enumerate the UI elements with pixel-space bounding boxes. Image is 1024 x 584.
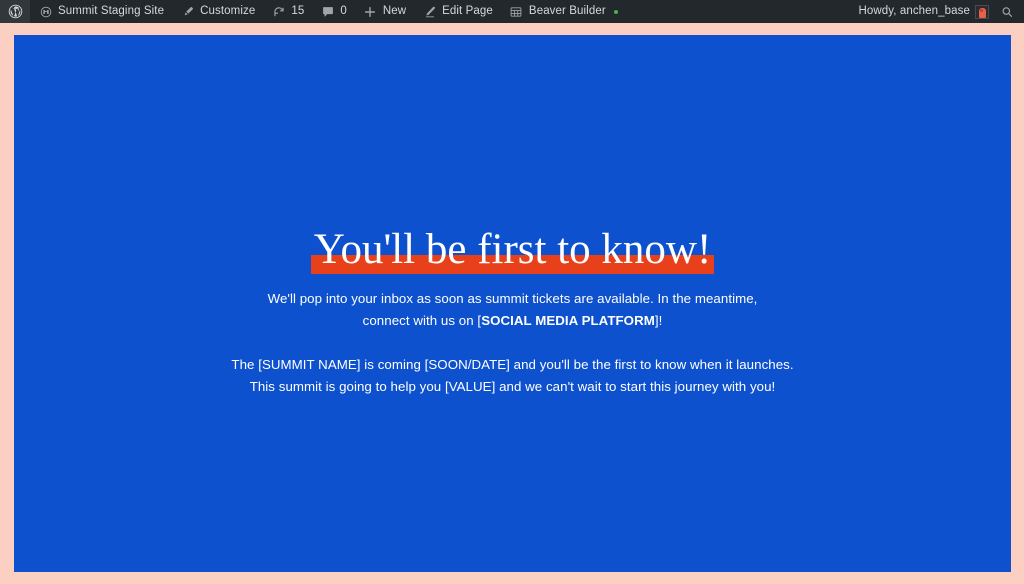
admin-bar-site-name-label: Summit Staging Site — [58, 4, 165, 17]
admin-bar-my-account[interactable]: Howdy, anchen_base — [850, 0, 993, 23]
comment-bubble-icon — [320, 4, 335, 19]
page-body-copy: We'll pop into your inbox as soon as sum… — [14, 288, 1011, 398]
paragraph-1-bold-platform: SOCIAL MEDIA PLATFORM — [481, 313, 655, 328]
admin-bar-new-content-label: New — [382, 4, 407, 17]
admin-bar-search[interactable] — [993, 0, 1024, 23]
page-canvas: You'll be first to know! We'll pop into … — [14, 35, 1011, 572]
admin-bar-howdy-label: Howdy, anchen_base — [858, 4, 970, 17]
admin-bar-customize-label: Customize — [200, 4, 256, 17]
user-avatar-icon — [975, 4, 989, 19]
admin-bar-wp-logo[interactable] — [0, 0, 30, 23]
admin-bar-right-group: Howdy, anchen_base — [850, 0, 1024, 23]
paintbrush-icon — [180, 4, 195, 19]
paragraph-1-after-bold: ]! — [654, 313, 663, 328]
admin-bar-new-content[interactable]: New — [355, 0, 414, 23]
grid-icon — [509, 4, 524, 19]
admin-bar-edit-page-label: Edit Page — [442, 4, 493, 17]
admin-bar-edit-page[interactable]: Edit Page — [414, 0, 501, 23]
headline-inner: You'll be first to know! — [310, 226, 715, 274]
search-icon — [999, 4, 1014, 19]
paragraph-2-line-2: This summit is going to help you [VALUE]… — [249, 379, 776, 394]
beaver-builder-status-dot — [613, 9, 618, 14]
pencil-icon — [422, 4, 437, 19]
admin-bar-site-name[interactable]: Summit Staging Site — [30, 0, 172, 23]
admin-bar-comments[interactable]: 0 — [312, 0, 355, 23]
paragraph-2-line-1: The [SUMMIT NAME] is coming [SOON/DATE] … — [231, 357, 794, 372]
admin-bar-updates[interactable]: 15 — [263, 0, 312, 23]
headline-text: You'll be first to know! — [313, 226, 712, 273]
wordpress-logo-icon — [8, 4, 23, 19]
plus-icon — [363, 4, 378, 19]
admin-bar-beaver-builder-label: Beaver Builder — [528, 4, 606, 17]
page-headline: You'll be first to know! — [14, 226, 1011, 274]
wp-admin-bar: Summit Staging Site Customize 15 0 New E… — [0, 0, 1024, 23]
site-home-icon — [38, 4, 53, 19]
update-arrows-icon — [271, 4, 286, 19]
admin-bar-left-group: Summit Staging Site Customize 15 0 New E… — [0, 0, 626, 23]
paragraph-2: The [SUMMIT NAME] is coming [SOON/DATE] … — [14, 354, 1011, 398]
admin-bar-beaver-builder[interactable]: Beaver Builder — [501, 0, 626, 23]
paragraph-1: We'll pop into your inbox as soon as sum… — [250, 288, 775, 332]
admin-bar-updates-count: 15 — [291, 4, 305, 17]
admin-bar-comments-count: 0 — [340, 4, 347, 17]
admin-bar-customize[interactable]: Customize — [172, 0, 263, 23]
